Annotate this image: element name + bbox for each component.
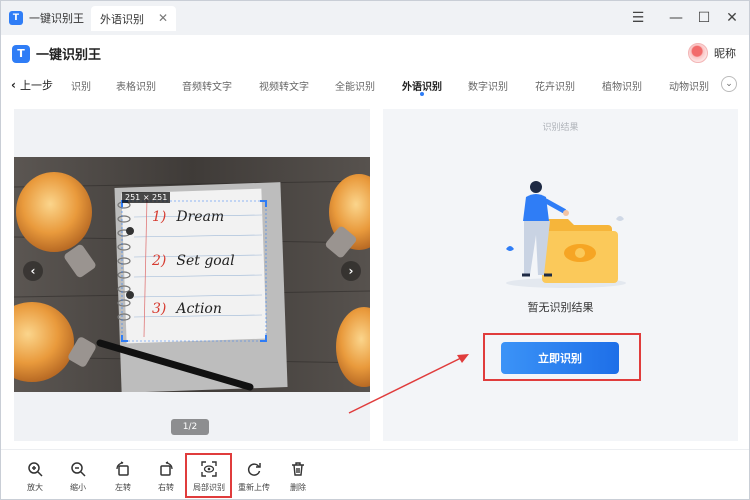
scan-eye-icon [200,460,218,478]
image-toolbar: 放大 缩小 左转 右转 局部识别 重新上传 删除 [1,449,749,499]
note-num-3: 3) [152,301,167,317]
app-header: T 一键识别王 昵称 [1,35,749,71]
app-home-tab-label: 一键识别王 [29,12,84,25]
page-indicator: 1/2 [171,419,209,435]
close-window-icon[interactable]: ✕ [723,9,741,27]
reupload-button[interactable]: 重新上传 [236,460,272,493]
tab-foreign-recognition[interactable]: 外语识别 ✕ [91,6,176,31]
chevron-down-icon[interactable]: ⌄ [721,76,737,92]
partial-recognize-button[interactable]: 局部识别 [191,460,227,493]
zoom-out-icon [69,460,87,478]
app-window: T 一键识别王 外语识别 ✕ ☰ — ☐ ✕ T 一键识别王 昵称 ‹ 上一步 … [0,0,750,500]
delete-label: 删除 [290,483,306,492]
refresh-icon [245,460,263,478]
back-label: 上一步 [19,79,53,92]
rotate-left-icon [114,460,132,478]
partial-recognize-label: 局部识别 [193,483,225,492]
title-bar: T 一键识别王 外语识别 ✕ ☰ — ☐ ✕ [1,1,749,35]
nav-item-table[interactable]: 表格识别 [116,78,156,93]
result-title: 识别结果 [542,123,579,133]
image-panel: 251 × 251 1) Dream 2) Set goal 3) Action [14,109,370,441]
trash-icon [289,460,307,478]
next-image-button[interactable]: › [341,261,361,281]
nav-item-flower[interactable]: 花卉识别 [535,78,575,93]
maximize-icon[interactable]: ☐ [695,9,713,27]
nav-item-recognize[interactable]: 识别 [71,78,91,93]
uploaded-image: 251 × 251 1) Dream 2) Set goal 3) Action [14,157,370,392]
rotate-left-button[interactable]: 左转 [105,460,141,493]
nav-item-audio[interactable]: 音频转文字 [182,78,232,93]
feature-nav: ‹ 上一步 识别 表格识别 音频转文字 视频转文字 全能识别 外语识别 数字识别… [1,71,749,99]
chevron-left-icon: ‹ [11,78,16,92]
nav-item-animal[interactable]: 动物识别 [669,78,709,93]
brand-logo-icon: T [12,44,30,63]
nav-item-plant[interactable]: 植物识别 [602,78,642,93]
rotate-right-icon [157,460,175,478]
image-illustration [14,157,370,392]
brand: T 一键识别王 [12,44,101,63]
zoom-in-label: 放大 [27,483,43,492]
back-button[interactable]: ‹ 上一步 [11,77,53,93]
brand-name: 一键识别王 [36,48,102,63]
nav-item-digits[interactable]: 数字识别 [468,78,508,93]
tab-close-icon[interactable]: ✕ [158,11,168,25]
rotate-left-label: 左转 [115,483,131,492]
note-text-3: Action [176,301,222,317]
user-name: 昵称 [714,47,736,60]
note-line-1: 1) Dream [152,209,224,225]
user-profile[interactable]: 昵称 [688,43,736,63]
note-text-2: Set goal [176,253,235,269]
zoom-out-label: 缩小 [70,483,86,492]
zoom-in-icon [26,460,44,478]
tab-label: 外语识别 [100,12,144,26]
prev-image-button[interactable]: ‹ [23,261,43,281]
app-home-tab[interactable]: T 一键识别王 [9,7,84,29]
zoom-out-button[interactable]: 缩小 [60,460,96,493]
button-highlight-box [483,333,641,381]
rotate-right-button[interactable]: 右转 [148,460,184,493]
nav-item-foreign[interactable]: 外语识别 [402,78,442,93]
note-num-2: 2) [152,253,167,269]
reupload-label: 重新上传 [238,483,270,492]
nav-item-all[interactable]: 全能识别 [335,78,375,93]
nav-item-video[interactable]: 视频转文字 [259,78,309,93]
selection-size-label: 251 × 251 [122,192,171,203]
menu-icon[interactable]: ☰ [629,9,647,27]
result-panel: 识别结果 暂无识别结果 立即识别 [383,109,738,441]
empty-folder-illustration [506,181,626,288]
rotate-right-label: 右转 [158,483,174,492]
app-logo-icon: T [9,11,23,25]
empty-result-text: 暂无识别结果 [527,301,594,314]
zoom-in-button[interactable]: 放大 [17,460,53,493]
minimize-icon[interactable]: — [667,9,685,27]
note-line-3: 3) Action [152,301,222,317]
note-num-1: 1) [152,209,167,225]
note-line-2: 2) Set goal [152,253,235,269]
avatar[interactable] [688,43,708,63]
active-indicator [420,92,424,96]
delete-button[interactable]: 删除 [280,460,316,493]
note-text-1: Dream [176,209,225,225]
